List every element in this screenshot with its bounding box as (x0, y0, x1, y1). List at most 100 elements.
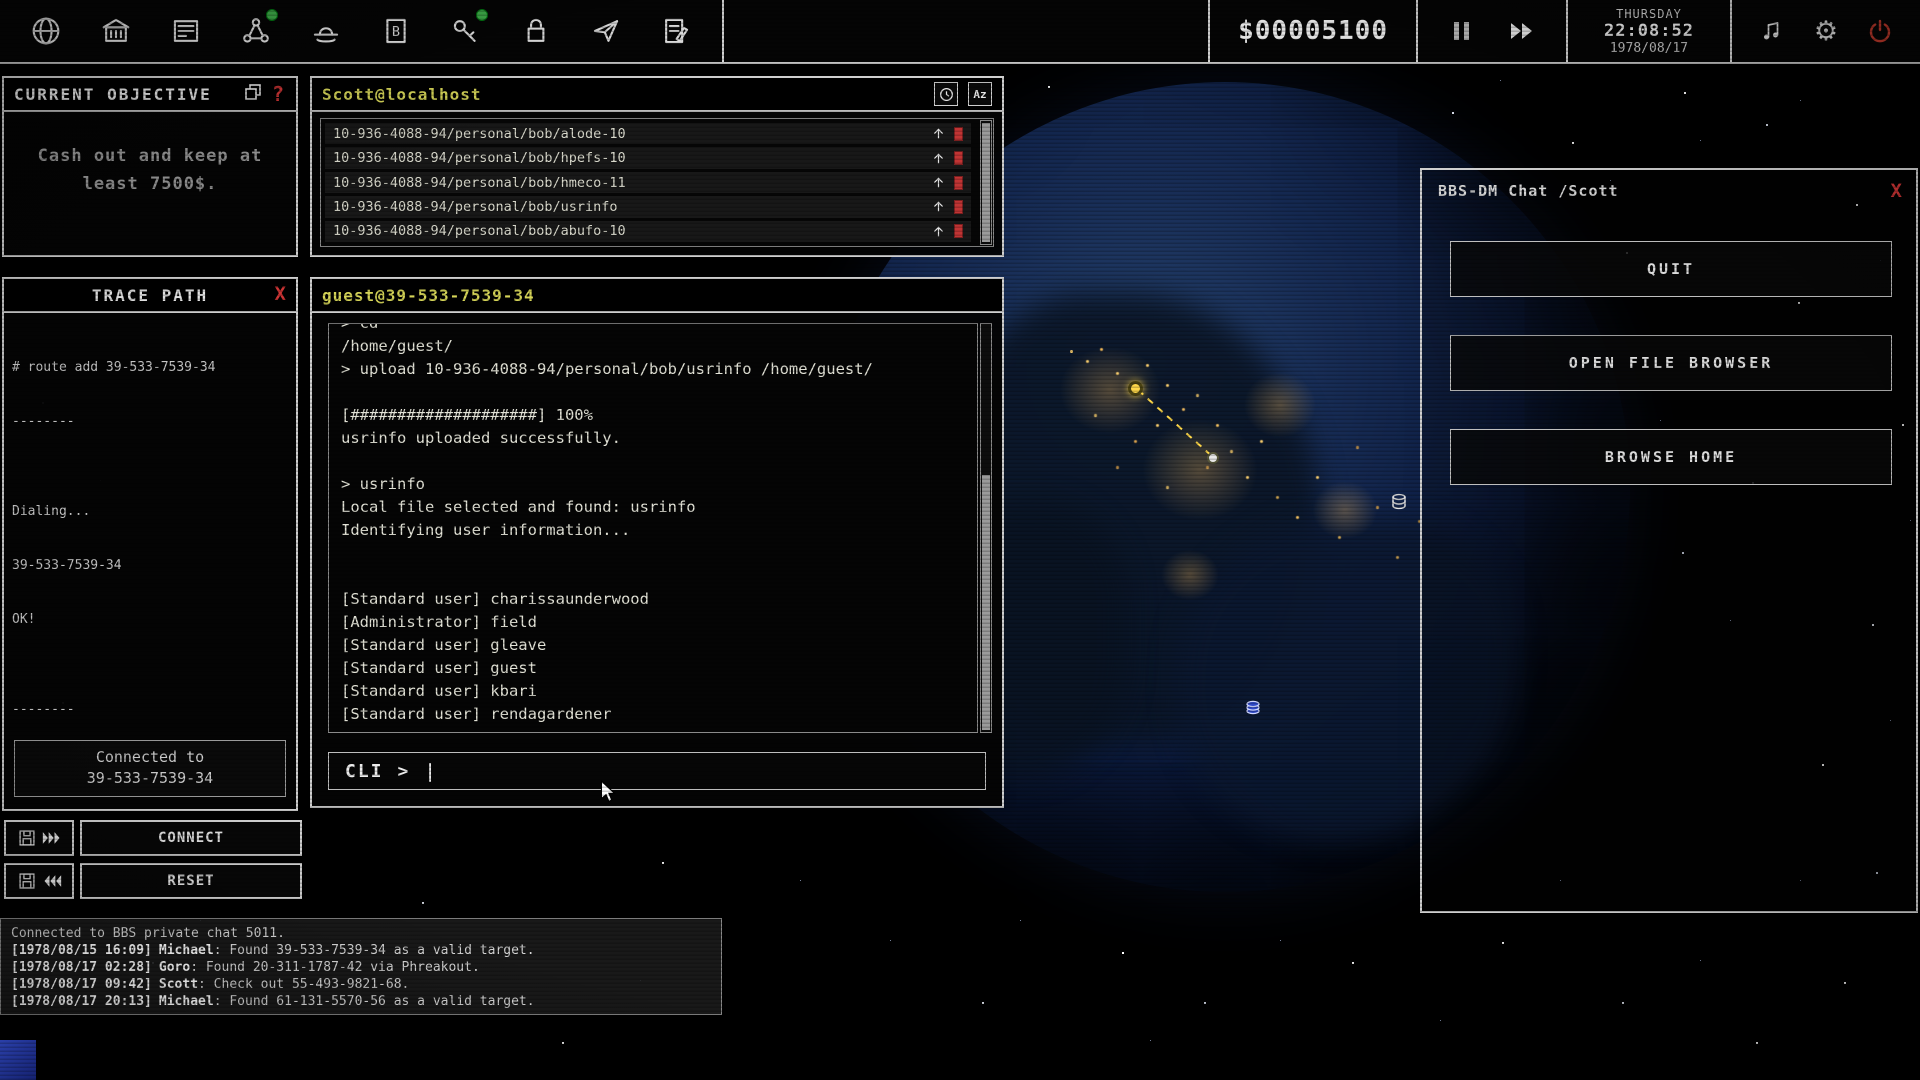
terminal-output: > cd /home/guest/ > upload 10-936-4088-9… (328, 323, 978, 733)
city-lights-dots (1070, 350, 1073, 353)
notes-icon[interactable] (656, 9, 696, 53)
world-map-icon[interactable] (26, 9, 66, 53)
help-icon[interactable]: ? (272, 82, 286, 106)
time-label: 22:08:52 (1604, 21, 1694, 41)
fast-forward-button[interactable] (1502, 9, 1542, 53)
file-path: 10-936-4088-94/personal/bob/alode-10 (333, 126, 626, 142)
reset-button[interactable]: RESET (80, 863, 302, 899)
delete-file-button[interactable] (954, 151, 963, 165)
crypto-ledger-icon[interactable]: B (376, 9, 416, 53)
bank-icon[interactable] (96, 9, 136, 53)
fast-forward-icon (42, 831, 62, 845)
cli-input[interactable]: CLI > | (328, 752, 986, 790)
darkweb-spy-icon[interactable] (306, 9, 346, 53)
power-icon[interactable] (1864, 9, 1896, 53)
bbs-title: BBS-DM Chat /Scott (1438, 182, 1619, 200)
map-node-source[interactable] (1128, 381, 1143, 396)
bbs-header: BBS-DM Chat /Scott X (1422, 170, 1916, 212)
password-key-icon[interactable] (446, 9, 486, 53)
upload-arrow-icon[interactable] (931, 199, 946, 214)
upload-arrow-icon[interactable] (931, 175, 946, 190)
close-icon[interactable]: X (275, 283, 286, 305)
game-screen: B $00005100 (0, 0, 1920, 1080)
text-caret: | (424, 760, 435, 782)
save-rewind-button[interactable] (4, 863, 74, 899)
scrollbar-thumb[interactable] (982, 123, 990, 242)
topbar: B $00005100 (0, 0, 1920, 64)
file-path: 10-936-4088-94/personal/bob/abufo-10 (333, 223, 626, 239)
files-scrollbar[interactable] (980, 120, 992, 245)
newspaper-icon[interactable] (166, 9, 206, 53)
file-path: 10-936-4088-94/personal/bob/hpefs-10 (333, 150, 626, 166)
notification-badge (476, 9, 488, 21)
remote-terminal-panel: guest@39-533-7539-34 > cd /home/guest/ >… (310, 277, 1004, 808)
bottom-left-accent (0, 1040, 36, 1080)
bbs-browse-home-button[interactable]: BROWSE HOME (1450, 429, 1892, 485)
coin-stack-icon[interactable] (1244, 699, 1262, 717)
weekday-label: THURSDAY (1616, 7, 1682, 21)
chat-log-line: [1978/08/17 20:13]Michael: Found 61-131-… (11, 993, 711, 1010)
chat-log-line: [1978/08/17 09:42]Scott: Check out 55-49… (11, 976, 711, 993)
sort-alpha-button[interactable]: Az (968, 82, 992, 106)
save-fastforward-button[interactable] (4, 820, 74, 856)
trace-connected-status: Connected to 39-533-7539-34 (14, 740, 286, 798)
localhost-files-panel: Scott@localhost Az 10-936-4088-94/person… (310, 76, 1004, 257)
money-display: $00005100 (1208, 0, 1418, 62)
sort-time-button[interactable] (934, 82, 958, 106)
file-row[interactable]: 10-936-4088-94/personal/bob/abufo-10 (325, 221, 971, 242)
file-row[interactable]: 10-936-4088-94/personal/bob/usrinfo (325, 196, 971, 217)
trace-header: TRACE PATH X (4, 279, 296, 313)
chat-log-line: [1978/08/15 16:09]Michael: Found 39-533-… (11, 942, 711, 959)
delete-file-button[interactable] (954, 127, 963, 141)
upload-arrow-icon[interactable] (931, 126, 946, 141)
bbs-quit-button[interactable]: QUIT (1450, 241, 1892, 297)
bbs-dm-chat-panel: BBS-DM Chat /Scott X QUIT OPEN FILE BROW… (1420, 168, 1918, 913)
svg-text:B: B (392, 24, 400, 40)
terminal-title: guest@39-533-7539-34 (322, 286, 535, 305)
current-objective-panel: CURRENT OBJECTIVE ? Cash out and keep at… (2, 76, 298, 257)
file-row[interactable]: 10-936-4088-94/personal/bob/alode-10 (325, 123, 971, 144)
trace-title: TRACE PATH (92, 286, 208, 305)
objective-text: Cash out and keep at least 7500$. (4, 112, 296, 198)
trace-path-panel: TRACE PATH X # route add 39-533-7539-34 … (2, 277, 298, 811)
delete-file-button[interactable] (954, 200, 963, 214)
datetime-display: THURSDAY 22:08:52 1978/08/17 (1566, 0, 1732, 62)
music-icon[interactable] (1756, 9, 1788, 53)
files-title: Scott@localhost (322, 85, 482, 104)
terminal-scrollbar[interactable] (980, 323, 992, 733)
floppy-icon (17, 828, 37, 848)
cli-prompt: > (398, 761, 409, 782)
map-node-target[interactable] (1207, 452, 1219, 464)
network-nodes-icon[interactable] (236, 9, 276, 53)
cli-label: CLI (345, 761, 384, 782)
mail-send-icon[interactable] (586, 9, 626, 53)
topbar-app-icons: B (0, 0, 724, 62)
trace-log: # route add 39-533-7539-34 -------- Dial… (4, 313, 296, 765)
restore-window-icon[interactable] (244, 83, 262, 105)
objective-title: CURRENT OBJECTIVE (14, 85, 212, 104)
bbs-open-file-browser-button[interactable]: OPEN FILE BROWSER (1450, 335, 1892, 391)
file-row[interactable]: 10-936-4088-94/personal/bob/hmeco-11 (325, 172, 971, 193)
server-marker-icon[interactable] (1390, 493, 1408, 511)
file-row[interactable]: 10-936-4088-94/personal/bob/hpefs-10 (325, 147, 971, 168)
notification-badge (266, 9, 278, 21)
connect-button[interactable]: CONNECT (80, 820, 302, 856)
files-header: Scott@localhost Az (312, 78, 1002, 112)
scrollbar-thumb[interactable] (982, 475, 990, 730)
delete-file-button[interactable] (954, 224, 963, 238)
upload-arrow-icon[interactable] (931, 151, 946, 166)
chat-log-line: [1978/08/17 02:28]Goro: Found 20-311-178… (11, 959, 711, 976)
date-label: 1978/08/17 (1610, 41, 1688, 56)
delete-file-button[interactable] (954, 176, 963, 190)
rewind-icon (42, 874, 62, 888)
close-icon[interactable]: X (1891, 180, 1902, 202)
lock-icon[interactable] (516, 9, 556, 53)
settings-gear-icon[interactable]: ⚙ (1810, 9, 1842, 53)
bbs-chat-log: Connected to BBS private chat 5011. [197… (0, 918, 722, 1015)
pause-button[interactable] (1442, 9, 1482, 53)
terminal-header: guest@39-533-7539-34 (312, 279, 1002, 313)
floppy-icon (17, 871, 37, 891)
objective-header: CURRENT OBJECTIVE ? (4, 78, 296, 112)
upload-arrow-icon[interactable] (931, 224, 946, 239)
file-list: 10-936-4088-94/personal/bob/alode-10 10-… (320, 118, 994, 247)
